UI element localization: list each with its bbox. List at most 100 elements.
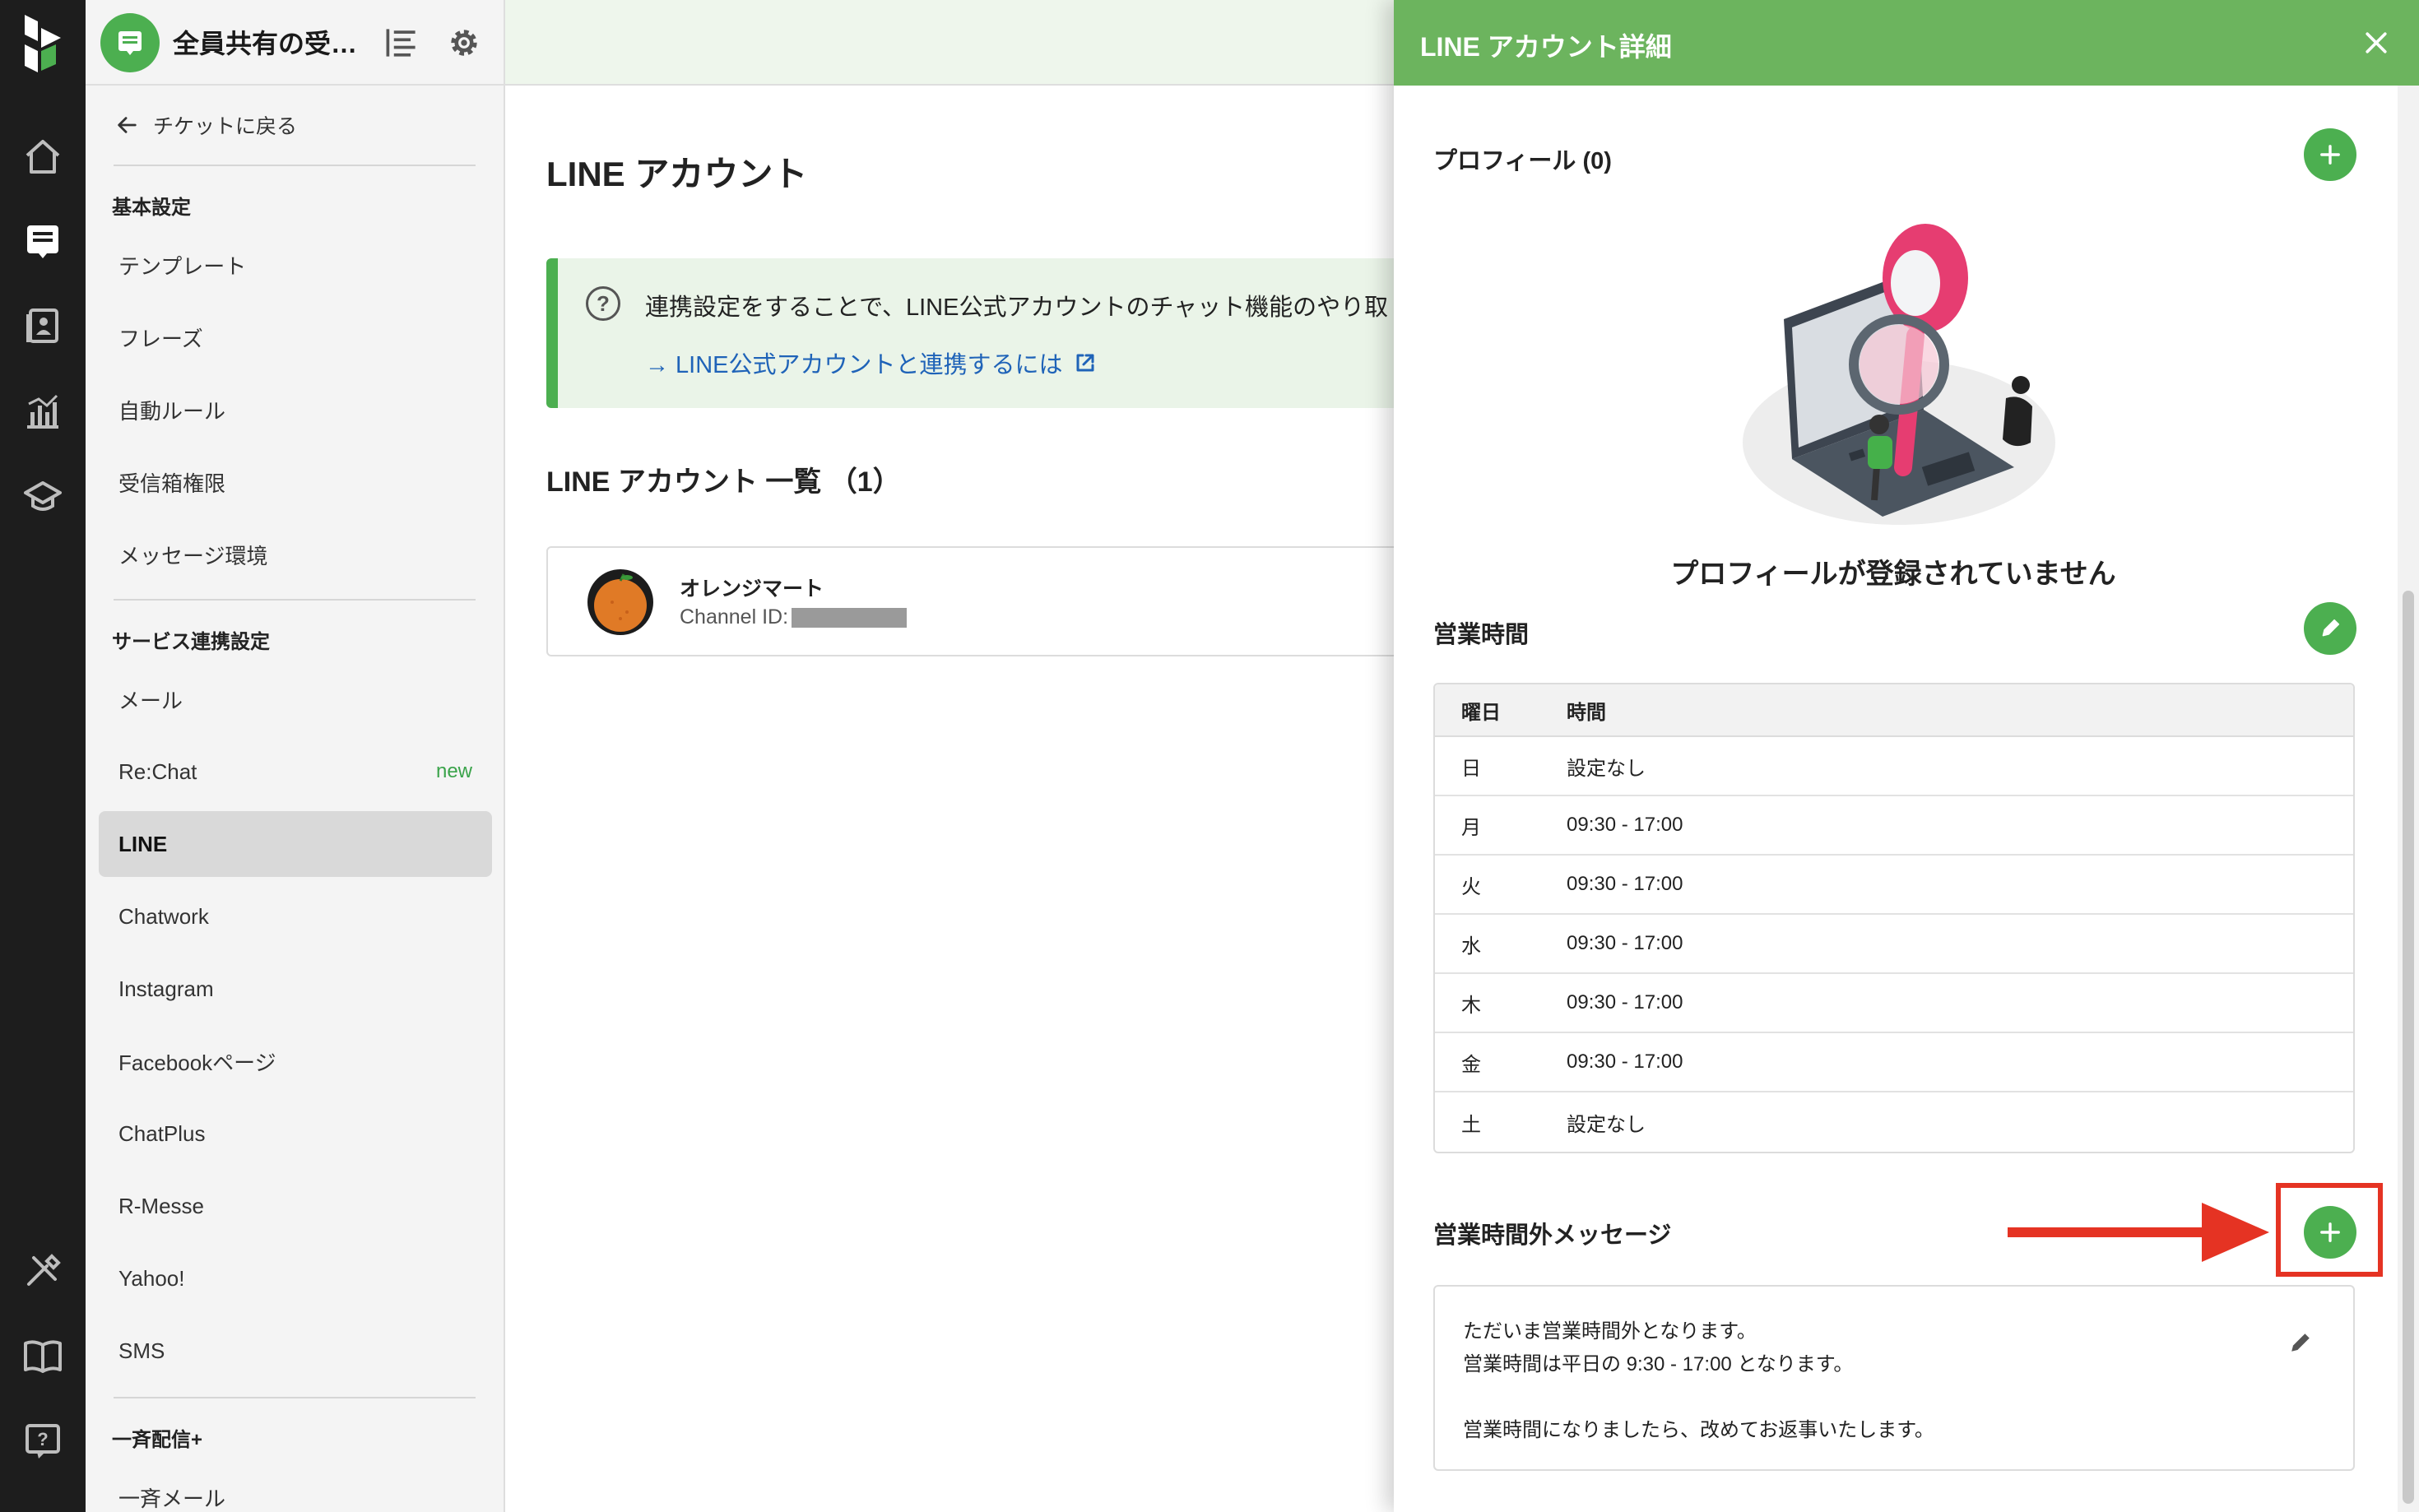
sidebar-item-chatwork[interactable]: Chatwork bbox=[99, 884, 492, 949]
back-link-label: チケットに戻る bbox=[153, 115, 298, 138]
message-line: 営業時間は平日の 9:30 - 17:00 となります。 bbox=[1463, 1353, 1854, 1375]
sidebar-item-sms[interactable]: SMS bbox=[99, 1318, 492, 1384]
day-cell: 水 bbox=[1461, 935, 1481, 958]
after-hours-message-title: 営業時間外メッセージ bbox=[1433, 1222, 1672, 1249]
sidebar-item-chatplus[interactable]: ChatPlus bbox=[99, 1101, 492, 1166]
analytics-icon[interactable] bbox=[0, 375, 86, 448]
inbox-title[interactable]: 全員共有の受… bbox=[173, 23, 378, 61]
sidebar-item-auto-rule[interactable]: 自動ルール bbox=[99, 377, 492, 443]
table-row: 日 設定なし bbox=[1435, 737, 2353, 796]
sidebar-item-message-environment[interactable]: メッセージ環境 bbox=[99, 522, 492, 587]
avatar bbox=[587, 569, 653, 635]
time-cell: 09:30 - 17:00 bbox=[1567, 873, 1683, 895]
table-row: 土 設定なし bbox=[1435, 1092, 2353, 1152]
main-header-strip bbox=[505, 0, 1394, 86]
academy-icon[interactable] bbox=[0, 461, 86, 533]
inbox-icon[interactable] bbox=[0, 204, 86, 276]
back-to-tickets-link[interactable]: チケットに戻る bbox=[115, 110, 297, 140]
business-hours-title: 営業時間 bbox=[1433, 622, 1530, 648]
table-header: 曜日 時間 bbox=[1435, 684, 2353, 737]
guide-icon[interactable] bbox=[0, 1320, 86, 1392]
column-header-time: 時間 bbox=[1567, 701, 1606, 724]
sidebar-item-label: 自動ルール bbox=[118, 398, 226, 424]
sidebar-item-label: テンプレート bbox=[118, 253, 247, 279]
add-profile-button[interactable] bbox=[2304, 128, 2356, 181]
help-icon[interactable]: ? bbox=[0, 1405, 86, 1477]
sidebar-item-facebook[interactable]: Facebookページ bbox=[99, 1028, 492, 1094]
table-row: 木 09:30 - 17:00 bbox=[1435, 974, 2353, 1033]
sidebar-item-label: フレーズ bbox=[118, 326, 203, 351]
time-cell: 09:30 - 17:00 bbox=[1567, 991, 1683, 1013]
account-card[interactable]: オレンジマート Channel ID: bbox=[546, 546, 1402, 656]
day-cell: 土 bbox=[1461, 1113, 1481, 1136]
home-icon[interactable] bbox=[0, 120, 86, 192]
day-cell: 金 bbox=[1461, 1053, 1481, 1076]
business-hours-table: 曜日 時間 日設定なし 月 09:30 - 17:00 火 09:30 - 17:0… bbox=[1433, 683, 2355, 1153]
close-icon[interactable] bbox=[2356, 23, 2396, 63]
profile-section-title: プロフィール (0) bbox=[1433, 148, 1612, 174]
help-icon: ? bbox=[586, 286, 620, 321]
sidebar-item-label: メッセージ環境 bbox=[118, 543, 268, 568]
account-name: オレンジマート bbox=[680, 577, 824, 601]
sidebar-item-label: 受信箱権限 bbox=[118, 471, 226, 496]
day-cell: 木 bbox=[1461, 994, 1481, 1017]
page-title: LINE アカウント bbox=[546, 155, 808, 193]
sidebar-item-inbox-permission[interactable]: 受信箱権限 bbox=[99, 449, 492, 515]
annotation-arrow bbox=[2008, 1203, 2269, 1262]
sidebar-item-template[interactable]: テンプレート bbox=[99, 232, 492, 298]
table-row: 金 09:30 - 17:00 bbox=[1435, 1033, 2353, 1092]
column-header-day: 曜日 bbox=[1461, 701, 1501, 724]
sidebar-item-label: Chatwork bbox=[118, 903, 209, 929]
service-settings-heading: サービス連携設定 bbox=[112, 631, 270, 653]
sidebar-item-broadcast-mail[interactable]: 一斉メール bbox=[99, 1464, 492, 1512]
line-account-detail-drawer: LINE アカウント詳細 プロフィール (0) プロフィールが登録されていません… bbox=[1394, 0, 2419, 1512]
sidebar-item-rmesse[interactable]: R-Messe bbox=[99, 1173, 492, 1239]
time-cell: 設定なし bbox=[1567, 757, 1646, 780]
logo-icon[interactable] bbox=[16, 12, 69, 76]
sidebar-item-label: Re:Chat bbox=[118, 758, 197, 784]
empty-profile-label: プロフィールが登録されていません bbox=[1670, 559, 2116, 590]
pencil-icon bbox=[2322, 619, 2340, 637]
scrollbar-thumb[interactable] bbox=[2403, 591, 2414, 1504]
table-row: 月 09:30 - 17:00 bbox=[1435, 796, 2353, 856]
broadcast-heading: 一斉配信+ bbox=[112, 1429, 203, 1451]
svg-text:?: ? bbox=[37, 1429, 48, 1449]
info-banner: ? 連携設定をすることで、LINE公式アカウントのチャット機能のやり取 → LI… bbox=[546, 258, 1402, 408]
drawer-header: LINE アカウント詳細 bbox=[1394, 0, 2419, 86]
sidebar-item-line[interactable]: LINE bbox=[99, 811, 492, 877]
line-setup-link[interactable]: → LINE公式アカウントと連携するには bbox=[645, 346, 1098, 380]
basic-settings-heading: 基本設定 bbox=[112, 197, 191, 219]
account-list-title: LINE アカウント 一覧 （1） bbox=[546, 466, 901, 498]
time-cell: 09:30 - 17:00 bbox=[1567, 1051, 1683, 1073]
info-text: 連携設定をすることで、LINE公式アカウントのチャット機能のやり取 bbox=[645, 295, 1389, 321]
gear-icon[interactable] bbox=[443, 21, 485, 64]
annotation-highlight-box bbox=[2276, 1183, 2383, 1277]
contacts-icon[interactable] bbox=[0, 290, 86, 362]
inbox-header: 全員共有の受… bbox=[86, 0, 505, 86]
table-row: 水 09:30 - 17:00 bbox=[1435, 915, 2353, 974]
time-cell: 09:30 - 17:00 bbox=[1567, 932, 1683, 954]
edit-business-hours-button[interactable] bbox=[2304, 602, 2356, 655]
sidebar-item-label: LINE bbox=[118, 831, 168, 856]
channel-id: Channel ID: bbox=[680, 605, 908, 629]
sidebar-item-rechat[interactable]: Re:Chat new bbox=[99, 739, 492, 805]
sidebar-item-instagram[interactable]: Instagram bbox=[99, 956, 492, 1022]
main-content: LINE アカウント ? 連携設定をすることで、LINE公式アカウントのチャット… bbox=[505, 86, 1402, 1512]
sidebar-item-yahoo[interactable]: Yahoo! bbox=[99, 1245, 492, 1311]
sidebar-item-label: 一斉メール bbox=[118, 1486, 226, 1511]
plus-icon bbox=[2320, 145, 2340, 165]
icon-rail: ? bbox=[0, 0, 86, 1512]
empty-profile-illustration bbox=[1734, 220, 2064, 533]
settings-sidebar: チケットに戻る 基本設定 テンプレート フレーズ 自動ルール 受信箱権限 メッセ… bbox=[86, 86, 505, 1512]
tools-icon[interactable] bbox=[0, 1234, 86, 1306]
sidebar-item-phrase[interactable]: フレーズ bbox=[99, 304, 492, 370]
message-line: 営業時間になりましたら、改めてお返事いたします。 bbox=[1463, 1419, 1934, 1441]
scrollbar[interactable] bbox=[2398, 86, 2419, 1512]
sidebar-item-mail[interactable]: メール bbox=[99, 666, 492, 732]
filter-icon[interactable] bbox=[380, 21, 423, 64]
after-hours-message-card: ただいま営業時間外となります。 営業時間は平日の 9:30 - 17:00 とな… bbox=[1433, 1285, 2355, 1471]
inbox-badge-icon[interactable] bbox=[100, 13, 160, 72]
day-cell: 火 bbox=[1461, 875, 1481, 898]
divider bbox=[114, 165, 476, 166]
pencil-icon[interactable] bbox=[2284, 1326, 2317, 1359]
